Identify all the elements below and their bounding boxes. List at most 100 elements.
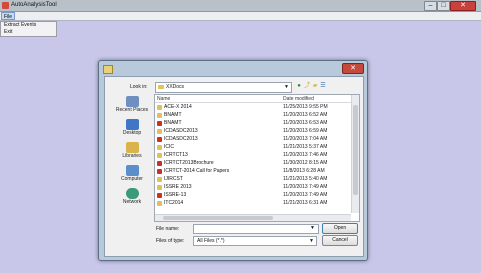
place-computer[interactable]: Computer <box>111 165 153 183</box>
file-menu-dropdown: Extract Events Exit <box>0 21 57 37</box>
look-in-value: XXDocs <box>166 84 185 90</box>
recent-places-icon <box>125 96 139 107</box>
file-name-input[interactable] <box>193 224 319 234</box>
title-bar[interactable]: AutoAnalysisTool – □ ✕ <box>0 0 481 12</box>
place-network[interactable]: Network <box>111 188 153 206</box>
folder-icon <box>157 129 162 134</box>
cancel-button[interactable]: Cancel <box>322 235 358 246</box>
file-type-label: Files of type: <box>156 238 185 244</box>
file-row[interactable]: ICDASDC2013 11/20/2013 6:59 AM <box>155 128 351 135</box>
look-in-label: Look in: <box>130 84 148 90</box>
file-name: ICDASDC2013 <box>164 128 198 134</box>
file-row[interactable]: ITC2014 11/21/2013 6:31 AM <box>155 200 351 207</box>
new-folder-icon[interactable]: ▰ <box>312 82 318 90</box>
minimize-icon: – <box>428 2 433 9</box>
close-icon: ✕ <box>350 65 356 72</box>
menu-bar: File <box>0 12 481 21</box>
place-label: Recent Places <box>115 107 149 113</box>
file-name: ICDASDC2013 <box>164 136 198 142</box>
place-recent-places[interactable]: Recent Places <box>111 96 153 114</box>
file-name: BNAMT <box>164 120 182 126</box>
file-name: ISSRE-13 <box>164 192 187 198</box>
file-date: 11/25/2013 9:55 PM <box>283 104 328 110</box>
file-name: ISSRE 2013 <box>164 184 192 190</box>
pdf-icon <box>157 137 162 142</box>
view-menu-icon[interactable]: ☰ <box>320 82 326 90</box>
file-row[interactable]: IJIRCST 11/21/2013 5:40 AM <box>155 176 351 183</box>
file-row[interactable]: ICRTCT13 11/20/2013 7:46 AM <box>155 152 351 159</box>
horizontal-scroll-thumb[interactable] <box>163 216 273 220</box>
menu-file[interactable]: File <box>1 12 16 20</box>
folder-icon <box>157 185 162 190</box>
place-libraries[interactable]: Libraries <box>111 142 153 160</box>
file-list[interactable]: Name Date modified ACE-X 2014 11/25/2013… <box>154 94 360 222</box>
file-row[interactable]: ICRTCT2013Brochure 11/30/2012 8:15 AM <box>155 160 351 167</box>
libraries-icon <box>125 142 139 153</box>
horizontal-scrollbar[interactable] <box>155 214 351 221</box>
computer-icon <box>125 165 139 176</box>
maximize-icon: □ <box>441 2 446 9</box>
file-date: 11/21/2013 5:37 AM <box>283 144 328 150</box>
menu-item-exit[interactable]: Exit <box>1 29 56 36</box>
file-date: 11/21/2013 6:31 AM <box>283 200 328 206</box>
open-button[interactable]: Open <box>322 223 358 234</box>
app-title: AutoAnalysisTool <box>11 2 57 8</box>
minimize-button[interactable]: – <box>424 1 437 11</box>
place-label: Computer <box>121 176 143 182</box>
chevron-down-icon[interactable]: ▼ <box>310 224 315 232</box>
file-name: ICRTCT-2014 Call for Papers <box>164 168 230 174</box>
header-divider <box>155 102 351 103</box>
folder-icon <box>157 145 162 150</box>
vertical-scrollbar[interactable] <box>351 95 359 213</box>
place-label: Desktop <box>122 130 142 136</box>
file-row[interactable]: ICDASDC2013 11/20/2013 7:04 AM <box>155 136 351 143</box>
file-date: 11/20/2013 7:49 AM <box>283 184 328 190</box>
pdf-icon <box>157 161 162 166</box>
folder-icon <box>157 153 162 158</box>
pdf-icon <box>157 193 162 198</box>
file-name-label: File name: <box>156 226 180 232</box>
file-date: 11/21/2013 5:40 AM <box>283 176 328 182</box>
file-row[interactable]: ISSRE-13 11/20/2013 7:49 AM <box>155 192 351 199</box>
open-file-dialog: ✕ Look in: XXDocs ▼ ● ⤴ ▰ ☰ Recent Place… <box>98 60 368 261</box>
menu-item-extract-events[interactable]: Extract Events <box>1 22 56 29</box>
chevron-down-icon: ▼ <box>309 238 314 244</box>
file-name: IJIRCST <box>164 176 183 182</box>
back-icon[interactable]: ● <box>296 82 302 90</box>
folder-icon <box>157 201 162 206</box>
file-type-value: All Files (*.*) <box>197 238 225 244</box>
pdf-icon <box>157 169 162 174</box>
file-row[interactable]: ICIC 11/21/2013 5:37 AM <box>155 144 351 151</box>
file-row[interactable]: BNAMT 11/20/2013 6:52 AM <box>155 112 351 119</box>
place-label: Libraries <box>122 153 142 159</box>
file-name: ICIC <box>164 144 174 150</box>
app-icon <box>2 2 9 9</box>
pdf-icon <box>157 121 162 126</box>
file-name: ICRTCT13 <box>164 152 188 158</box>
folder-icon <box>158 85 164 89</box>
file-type-select[interactable]: All Files (*.*) ▼ <box>193 236 317 246</box>
file-date: 11/30/2012 8:15 AM <box>283 160 328 166</box>
dialog-close-button[interactable]: ✕ <box>342 63 364 74</box>
file-row[interactable]: ACE-X 2014 11/25/2013 9:55 PM <box>155 104 351 111</box>
vertical-scroll-thumb[interactable] <box>353 105 358 195</box>
up-folder-icon[interactable]: ⤴ <box>304 82 310 90</box>
file-name: BNAMT <box>164 112 182 118</box>
file-date: 11/20/2013 6:59 AM <box>283 128 328 134</box>
folder-icon <box>157 105 162 110</box>
file-row[interactable]: ISSRE 2013 11/20/2013 7:49 AM <box>155 184 351 191</box>
file-row[interactable]: ICRTCT-2014 Call for Papers 11/8/2013 6:… <box>155 168 351 175</box>
file-row[interactable]: BNAMT 11/20/2013 6:53 AM <box>155 120 351 127</box>
place-desktop[interactable]: Desktop <box>111 119 153 137</box>
file-date: 11/20/2013 6:52 AM <box>283 112 328 118</box>
file-name: ICRTCT2013Brochure <box>164 160 214 166</box>
maximize-button[interactable]: □ <box>437 1 450 11</box>
folder-icon <box>157 177 162 182</box>
file-date: 11/20/2013 6:53 AM <box>283 120 328 126</box>
file-date: 11/8/2013 6:28 AM <box>283 168 325 174</box>
close-button[interactable]: ✕ <box>450 1 476 11</box>
file-name: ACE-X 2014 <box>164 104 192 110</box>
place-label: Network <box>122 199 142 205</box>
dialog-body: Look in: XXDocs ▼ ● ⤴ ▰ ☰ Recent Places … <box>104 76 364 257</box>
look-in-select[interactable]: XXDocs ▼ <box>155 82 292 93</box>
